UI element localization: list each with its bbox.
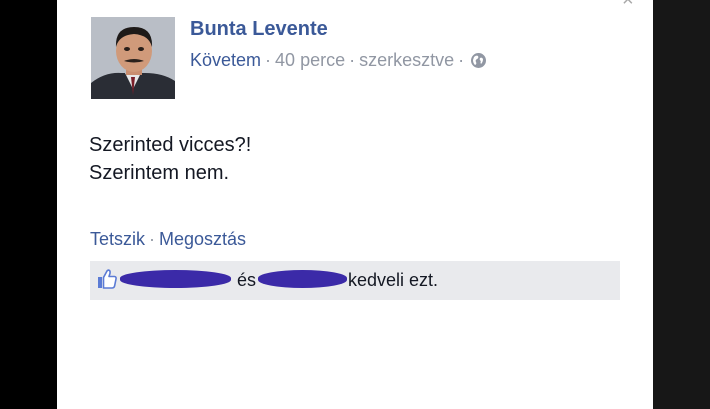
thumbs-up-icon: [96, 268, 118, 290]
post-meta: Követem · 40 perce · szerkesztve ·: [190, 50, 487, 74]
globe-icon[interactable]: [470, 52, 487, 74]
edited-label[interactable]: szerkesztve: [359, 50, 454, 70]
follow-link[interactable]: Követem: [190, 50, 261, 70]
close-icon[interactable]: ×: [622, 0, 634, 10]
post-actions: Tetszik · Megosztás: [90, 229, 246, 250]
like-link[interactable]: Tetszik: [90, 229, 145, 249]
separator-dot: ·: [149, 229, 156, 249]
post-text: Szerinted vicces?! Szerintem nem.: [89, 131, 251, 187]
liker-name-redacted[interactable]: [258, 270, 347, 288]
likes-summary: és kedveli ezt.: [90, 261, 620, 300]
post-text-line: Szerintem nem.: [89, 162, 230, 184]
post-card: × Bunta Levente Követem · 40 perce · szerkes…: [57, 0, 653, 409]
likes-conjunction: és: [237, 270, 257, 290]
share-link[interactable]: Megosztás: [159, 229, 246, 249]
avatar[interactable]: [91, 17, 175, 99]
backdrop-right: [653, 0, 710, 409]
avatar-photo: [91, 17, 175, 99]
separator-dot: ·: [265, 50, 272, 70]
separator-dot: ·: [349, 50, 356, 70]
author-name[interactable]: Bunta Levente: [190, 18, 328, 41]
separator-dot: ·: [458, 50, 465, 70]
post-text-line: Szerinted vicces?!: [89, 134, 252, 156]
likes-text: kedveli ezt.: [348, 270, 439, 290]
post-time[interactable]: 40 perce: [275, 50, 345, 70]
liker-name-redacted[interactable]: [120, 270, 231, 288]
